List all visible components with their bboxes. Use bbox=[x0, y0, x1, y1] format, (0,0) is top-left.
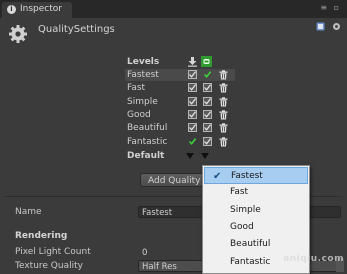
tab-inspector[interactable]: i Inspector bbox=[2, 2, 72, 18]
checkmark-icon: ✔ bbox=[213, 171, 222, 182]
level-row[interactable]: Beautiful bbox=[125, 122, 235, 134]
level-checkbox[interactable] bbox=[203, 83, 212, 93]
tab-label: Inspector bbox=[20, 4, 62, 14]
level-name: Good bbox=[127, 109, 151, 120]
download-icon bbox=[188, 57, 197, 67]
levels-heading: Levels bbox=[127, 57, 160, 67]
dropdown-option[interactable]: Beautiful bbox=[204, 236, 308, 253]
watermark: aniqiu.com bbox=[283, 254, 344, 264]
trash-icon[interactable] bbox=[219, 70, 228, 80]
dropdown-option-label: Simple bbox=[230, 204, 261, 215]
level-name: Fantastic bbox=[127, 136, 168, 147]
level-checkbox[interactable] bbox=[203, 136, 212, 146]
rendering-heading: Rendering bbox=[15, 231, 68, 241]
dropdown-option[interactable]: Good bbox=[204, 219, 308, 236]
level-name: Fast bbox=[127, 83, 146, 94]
dropdown-option-label: Fantastic bbox=[230, 256, 271, 267]
name-label: Name bbox=[15, 207, 42, 217]
level-checkbox[interactable] bbox=[188, 70, 197, 79]
dropdown-option-label: Good bbox=[230, 221, 254, 232]
tab-bar: i Inspector ≡ ▫ bbox=[0, 0, 347, 18]
level-row[interactable]: Fantastic bbox=[125, 136, 235, 148]
default-arrow-icon[interactable] bbox=[201, 153, 209, 159]
component-header: QualitySettings bbox=[0, 18, 347, 52]
level-row[interactable]: Fast bbox=[125, 82, 235, 94]
texture-quality-label: Texture Quality bbox=[15, 261, 83, 271]
trash-icon[interactable] bbox=[219, 96, 228, 107]
level-checkbox[interactable] bbox=[188, 83, 197, 93]
level-name: Fastest bbox=[127, 70, 159, 80]
dropdown-option-label: Beautiful bbox=[230, 239, 271, 250]
level-row[interactable]: Simple bbox=[125, 96, 235, 108]
level-checkbox[interactable] bbox=[203, 70, 212, 79]
level-checkbox[interactable] bbox=[188, 137, 197, 146]
level-checkbox[interactable] bbox=[203, 109, 212, 119]
trash-icon[interactable] bbox=[219, 110, 228, 120]
component-title: QualitySettings bbox=[38, 24, 115, 35]
level-name: Simple bbox=[127, 96, 158, 107]
book-help-icon[interactable] bbox=[316, 22, 325, 31]
level-checkbox[interactable] bbox=[188, 109, 197, 119]
dropdown-option-label: Fast bbox=[230, 187, 249, 198]
dropdown-option[interactable]: ✔ Fastest bbox=[204, 167, 308, 184]
level-checkbox[interactable] bbox=[203, 96, 212, 106]
add-quality-button[interactable]: Add Quality bbox=[140, 173, 204, 187]
android-icon[interactable] bbox=[201, 56, 212, 67]
level-row[interactable]: Fastest bbox=[125, 69, 235, 81]
level-row[interactable]: Good bbox=[125, 109, 235, 121]
default-arrow-icon[interactable] bbox=[186, 153, 194, 159]
trash-icon[interactable] bbox=[219, 123, 228, 133]
level-checkbox[interactable] bbox=[188, 123, 197, 133]
level-checkbox[interactable] bbox=[188, 96, 197, 106]
window-menu-icon[interactable]: ≡ ▫ bbox=[320, 3, 341, 12]
gear-icon bbox=[9, 25, 27, 43]
settings-cog-icon[interactable] bbox=[332, 22, 341, 31]
dropdown-option-label: Fastest bbox=[231, 171, 263, 181]
level-name: Beautiful bbox=[127, 123, 168, 134]
dropdown-option[interactable]: Simple bbox=[204, 202, 308, 219]
dropdown-option[interactable]: Fast bbox=[204, 184, 308, 201]
trash-icon[interactable] bbox=[219, 83, 228, 93]
trash-icon[interactable] bbox=[219, 136, 228, 147]
info-icon: i bbox=[7, 5, 16, 14]
pixel-light-count-label: Pixel Light Count bbox=[15, 247, 91, 257]
level-checkbox[interactable] bbox=[203, 123, 212, 133]
default-label: Default bbox=[127, 151, 165, 161]
